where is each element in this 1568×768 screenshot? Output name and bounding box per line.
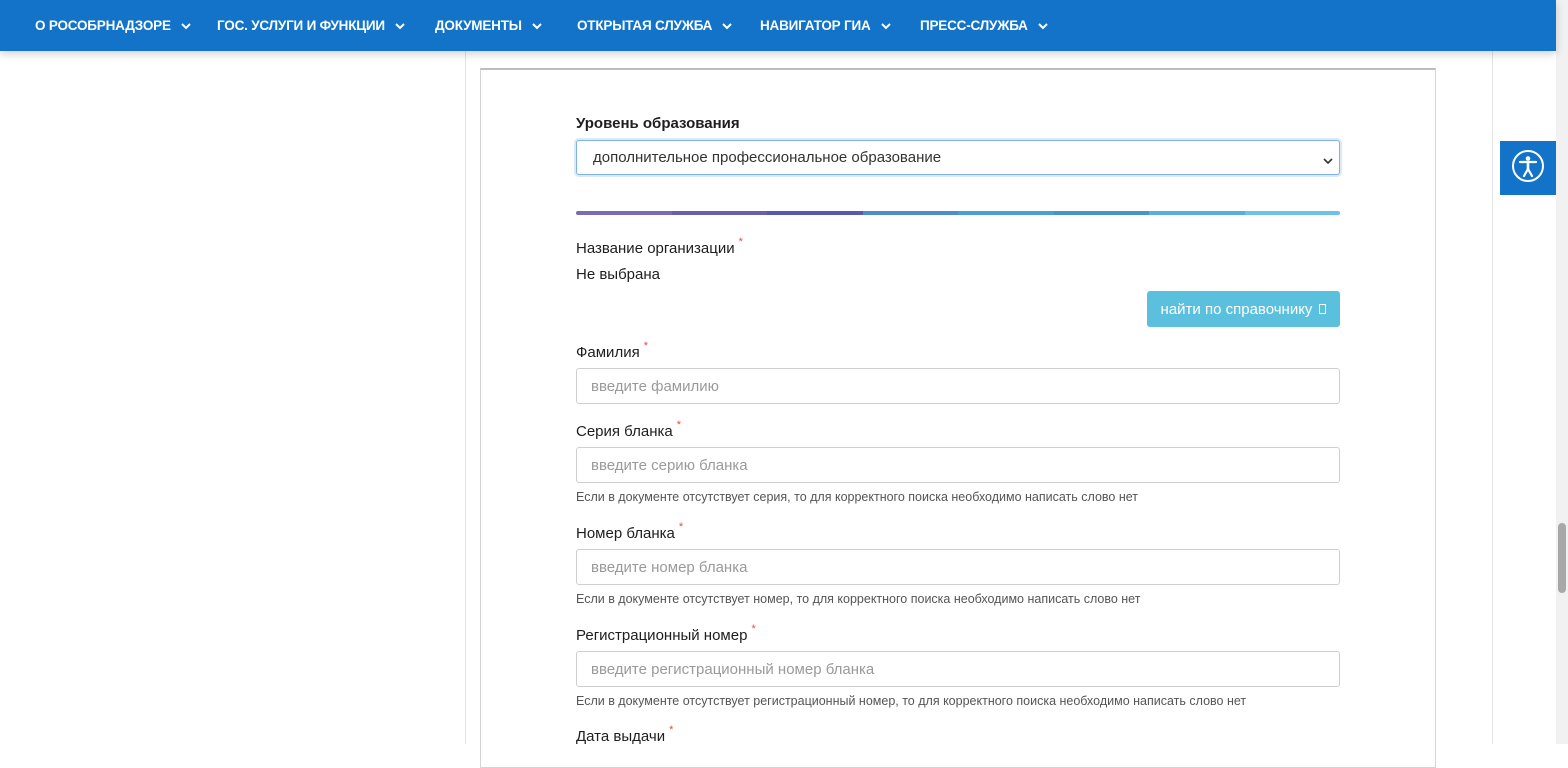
chevron-down-icon <box>1037 20 1049 32</box>
page-scrollbar[interactable] <box>1556 0 1568 744</box>
nav-item-label: ДОКУМЕНТЫ <box>435 18 522 33</box>
accessibility-button[interactable] <box>1500 141 1556 195</box>
find-in-directory-button[interactable]: найти по справочнику <box>1147 291 1340 327</box>
nav-item-about[interactable]: О РОСОБРНАДЗОРЕ <box>35 0 192 51</box>
find-button-label: найти по справочнику <box>1160 300 1313 318</box>
required-mark: * <box>678 521 684 533</box>
directory-icon <box>1319 304 1327 314</box>
required-mark: * <box>738 236 743 248</box>
nav-item-label: О РОСОБРНАДЗОРЕ <box>35 18 171 33</box>
nav-item-label: ГОС. УСЛУГИ И ФУНКЦИИ <box>217 18 385 33</box>
required-mark: * <box>676 419 681 431</box>
chevron-down-icon <box>1323 153 1333 165</box>
series-input[interactable] <box>576 447 1340 483</box>
scrollbar-thumb[interactable] <box>1558 523 1566 593</box>
reg-number-input[interactable] <box>576 651 1340 687</box>
nav-item-services[interactable]: ГОС. УСЛУГИ И ФУНКЦИИ <box>217 0 406 51</box>
number-label: Номер бланка * <box>576 521 684 542</box>
education-level-select[interactable]: дополнительное профессиональное образова… <box>576 140 1340 175</box>
nav-item-gia-navigator[interactable]: НАВИГАТОР ГИА <box>760 0 892 51</box>
accessibility-icon <box>1510 148 1546 189</box>
reg-number-hint: Если в документе отсутствует регистрацио… <box>576 694 1247 708</box>
issue-date-label: Дата выдачи * <box>576 724 674 745</box>
nav-item-label: ПРЕСС-СЛУЖБА <box>920 18 1028 33</box>
nav-item-open-service[interactable]: ОТКРЫТАЯ СЛУЖБА <box>577 0 733 51</box>
education-level-label: Уровень образования <box>576 115 740 132</box>
organization-label: Название организации * <box>576 236 743 257</box>
nav-item-press[interactable]: ПРЕСС-СЛУЖБА <box>920 0 1049 51</box>
required-mark: * <box>669 724 674 736</box>
chevron-down-icon <box>721 20 733 32</box>
number-hint: Если в документе отсутствует номер, то д… <box>576 592 1141 606</box>
top-navigation: О РОСОБРНАДЗОРЕ ГОС. УСЛУГИ И ФУНКЦИИ ДО… <box>0 0 1556 51</box>
surname-label: Фамилия * <box>576 340 648 361</box>
nav-item-label: НАВИГАТОР ГИА <box>760 18 871 33</box>
section-divider <box>576 211 1340 215</box>
reg-number-label: Регистрационный номер * <box>576 623 756 644</box>
chevron-down-icon <box>531 20 543 32</box>
series-label: Серия бланка * <box>576 419 681 440</box>
required-mark: * <box>751 623 756 635</box>
surname-input[interactable] <box>576 368 1340 404</box>
number-input[interactable] <box>576 549 1340 585</box>
organization-value: Не выбрана <box>576 266 660 283</box>
required-mark: * <box>643 340 648 352</box>
nav-item-label: ОТКРЫТАЯ СЛУЖБА <box>577 18 713 33</box>
chevron-down-icon <box>394 20 406 32</box>
nav-item-documents[interactable]: ДОКУМЕНТЫ <box>435 0 543 51</box>
chevron-down-icon <box>880 20 892 32</box>
chevron-down-icon <box>180 20 192 32</box>
series-hint: Если в документе отсутствует серия, то д… <box>576 490 1138 504</box>
education-level-value: дополнительное профессиональное образова… <box>593 149 942 166</box>
